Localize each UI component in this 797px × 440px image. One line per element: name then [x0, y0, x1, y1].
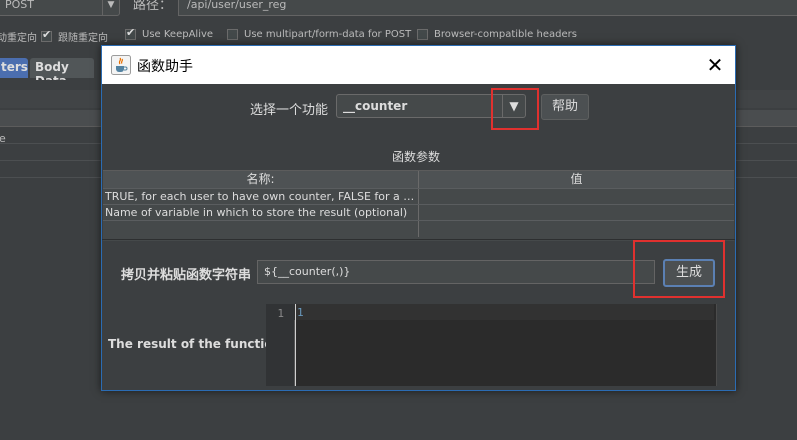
line-number-gutter: 1	[266, 304, 295, 386]
checkbox-box[interactable]	[417, 29, 428, 40]
background-toolbar: POST ▼ 路径： /api/user/user_reg	[0, 0, 797, 22]
path-label: 路径：	[133, 0, 173, 13]
dialog-title: 函数助手	[137, 59, 193, 75]
text-caret	[295, 304, 296, 386]
result-value: 1	[297, 306, 304, 319]
param-name: Name of variable in which to store the r…	[105, 206, 408, 219]
highlight-box-dropdown	[491, 88, 539, 130]
checkbox-label: Use KeepAlive	[142, 29, 214, 40]
path-input[interactable]: /api/user/user_reg	[178, 0, 797, 16]
table-row[interactable]: Name of variable in which to store the r…	[103, 204, 734, 221]
chevron-down-icon[interactable]: ▼	[102, 0, 119, 15]
function-select-label: 选择一个功能	[250, 103, 329, 118]
checkbox-label: 跟随重定向	[58, 33, 108, 44]
column-header-name[interactable]: 名称:	[103, 171, 419, 188]
result-editor[interactable]: 1 1	[266, 304, 731, 386]
checkbox-label: Browser-compatible headers	[434, 29, 577, 40]
checkbox-box[interactable]	[125, 26, 136, 40]
table-row[interactable]: TRUE, for each user to have own counter,…	[103, 188, 734, 205]
column-divider	[418, 189, 419, 205]
column-divider	[418, 205, 419, 221]
params-title: 函数参数	[392, 150, 441, 164]
checkbox-redirect-auto[interactable]: 动重定向	[0, 29, 37, 44]
tab-body-data[interactable]: Body Data	[30, 58, 94, 88]
close-icon[interactable]: ✕	[701, 51, 729, 79]
checkbox-keepalive[interactable]: Use KeepAlive	[125, 26, 214, 40]
function-select-value: __counter	[343, 99, 408, 113]
checkbox-follow-redirects[interactable]: 跟随重定向	[41, 28, 108, 44]
vertical-scrollbar[interactable]	[716, 304, 731, 386]
params-table: 名称: 值 TRUE, for each user to have own co…	[103, 170, 734, 241]
column-header-value[interactable]: 值	[419, 171, 734, 188]
checkbox-label: Use multipart/form-data for POST	[244, 29, 412, 40]
highlight-box-generate	[633, 240, 725, 298]
method-select[interactable]: POST ▼	[0, 0, 120, 16]
dialog-titlebar[interactable]: 函数助手 ✕	[102, 46, 735, 84]
tab-parameters[interactable]: ters	[0, 58, 28, 78]
help-button[interactable]: 帮助	[541, 94, 589, 120]
checkbox-multipart[interactable]: Use multipart/form-data for POST	[227, 29, 411, 40]
java-cup-icon	[111, 55, 131, 75]
method-value: POST	[5, 0, 34, 11]
function-string-input[interactable]: ${__counter(,)}	[257, 260, 655, 284]
function-helper-dialog: 函数助手 ✕ 选择一个功能 __counter ▼ 帮助 函数参数 名称: 值 …	[101, 45, 736, 391]
params-table-header: 名称: 值	[103, 171, 734, 188]
param-name: TRUE, for each user to have own counter,…	[105, 190, 416, 203]
checkbox-browser-headers[interactable]: Browser-compatible headers	[417, 29, 577, 40]
checkbox-box[interactable]	[41, 28, 52, 42]
current-line-highlight	[294, 304, 714, 320]
table-row[interactable]	[103, 220, 734, 237]
checkbox-label: 动重定向	[0, 33, 37, 44]
line-number: 1	[277, 307, 284, 320]
function-string-label: 拷贝并粘贴函数字符串	[121, 268, 252, 283]
checkbox-box[interactable]	[227, 29, 238, 40]
column-divider	[418, 221, 419, 237]
